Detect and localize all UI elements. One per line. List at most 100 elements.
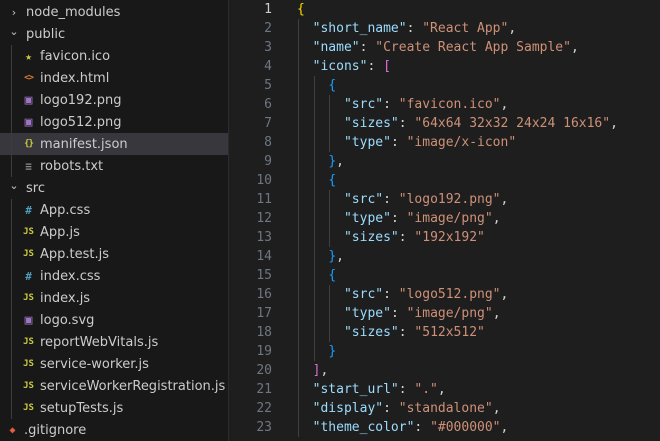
row-padding (16, 155, 22, 177)
indent-guide (0, 89, 16, 111)
code-line[interactable]: 23 "theme_color": "#000000", (229, 418, 660, 437)
token-punct: , (492, 401, 501, 416)
code-editor[interactable]: 1{2 "short_name": "React App", 3 "name": … (229, 0, 660, 441)
file-name: manifest.json (40, 136, 128, 152)
token-str: "image/x-icon" (406, 135, 517, 150)
chevron-down-icon[interactable]: ⌄ (6, 25, 22, 38)
row-padding (16, 397, 22, 419)
file-item[interactable]: # App.css (0, 199, 228, 221)
token-ws (297, 135, 344, 150)
code-line[interactable]: 13 "sizes": "192x192" (229, 228, 660, 247)
code-line[interactable]: 6 "src": "favicon.ico", (229, 95, 660, 114)
code-line[interactable]: 8 "type": "image/x-icon" (229, 133, 660, 152)
code-line[interactable]: 22 "display": "standalone", (229, 399, 660, 418)
file-item[interactable]: # index.css (0, 265, 228, 287)
code-line[interactable]: 5 { (229, 76, 660, 95)
line-number: 2 (264, 21, 272, 36)
code-line[interactable]: 11 "src": "logo192.png", (229, 190, 660, 209)
row-padding (16, 111, 22, 133)
code-line[interactable]: 3 "name": "Create React App Sample", (229, 38, 660, 57)
token-key: "sizes" (343, 230, 399, 245)
code-text: { (297, 0, 305, 19)
line-number: 18 (256, 325, 272, 340)
token-ws (297, 173, 328, 188)
token-br3: } (328, 344, 337, 359)
code-line[interactable]: 2 "short_name": "React App", (229, 19, 660, 38)
js-file-icon: JS (23, 249, 34, 259)
token-ws (297, 211, 344, 226)
code-line[interactable]: 15 { (229, 266, 660, 285)
file-explorer: › node_modules ⌄ public ★ favicon.ico <> index.… (0, 0, 229, 441)
folder-item[interactable]: ⌄ src (0, 177, 228, 199)
file-item[interactable]: JS App.js (0, 221, 228, 243)
file-item[interactable]: JS App.test.js (0, 243, 228, 265)
token-key: "src" (343, 192, 384, 207)
code-line[interactable]: 20 ], (229, 361, 660, 380)
code-line[interactable]: 19 } (229, 342, 660, 361)
file-item[interactable]: ◆ .gitignore (0, 419, 228, 441)
file-item[interactable]: <> index.html (0, 67, 228, 89)
line-number: 16 (256, 287, 272, 302)
file-item[interactable]: {} manifest.json (0, 133, 228, 155)
token-punct: , (320, 363, 329, 378)
file-item[interactable]: JS service-worker.js (0, 353, 228, 375)
token-punct: : (390, 211, 407, 226)
code-line[interactable]: 17 "type": "image/png", (229, 304, 660, 323)
token-ws (297, 325, 344, 340)
code-text: "name": "Create React App Sample", (297, 38, 579, 57)
file-item[interactable]: JS index.js (0, 287, 228, 309)
indent-guide (0, 397, 16, 419)
code-line[interactable]: 9 }, (229, 152, 660, 171)
code-line[interactable]: 4 "icons": [ (229, 57, 660, 76)
file-item[interactable]: JS reportWebVitals.js (0, 331, 228, 353)
token-ws (297, 116, 344, 131)
token-punct: , (437, 382, 446, 397)
line-number: 6 (264, 97, 272, 112)
line-number: 11 (256, 192, 272, 207)
file-name: serviceWorkerRegistration.js (40, 378, 226, 394)
file-item[interactable]: ▣ logo512.png (0, 111, 228, 133)
folder-item[interactable]: ⌄ public (0, 23, 228, 45)
token-punct: : (383, 401, 399, 416)
indent-guide (0, 375, 16, 397)
code-line[interactable]: 18 "sizes": "512x512" (229, 323, 660, 342)
token-punct: : (383, 97, 399, 112)
file-item[interactable]: ▣ logo.svg (0, 309, 228, 331)
indent-guide (0, 309, 16, 331)
file-name: logo.svg (40, 312, 95, 328)
code-text: "sizes": "64x64 32x32 24x24 16x16", (297, 114, 618, 133)
code-line[interactable]: 12 "type": "image/png", (229, 209, 660, 228)
token-ws (297, 21, 313, 36)
file-item[interactable]: ≡ robots.txt (0, 155, 228, 177)
folder-item[interactable]: › node_modules (0, 1, 228, 23)
token-ws (297, 230, 344, 245)
file-item[interactable]: JS setupTests.js (0, 397, 228, 419)
file-item[interactable]: JS serviceWorkerRegistration.js (0, 375, 228, 397)
token-ws (297, 344, 328, 359)
file-item[interactable]: ★ favicon.ico (0, 45, 228, 67)
code-line[interactable]: 10 { (229, 171, 660, 190)
code-line[interactable]: 1{ (229, 0, 660, 19)
file-name: logo192.png (40, 92, 122, 108)
indent-guide (0, 199, 16, 221)
file-name: index.js (40, 290, 91, 306)
token-ws (297, 420, 313, 435)
token-key: "src" (343, 97, 384, 112)
token-punct: : (390, 135, 407, 150)
token-br3: { (328, 173, 337, 188)
code-line[interactable]: 21 "start_url": ".", (229, 380, 660, 399)
row-padding (16, 243, 22, 265)
token-punct: , (336, 249, 344, 264)
token-ws (297, 382, 313, 397)
code-line[interactable]: 16 "src": "logo512.png", (229, 285, 660, 304)
chevron-right-icon[interactable]: › (6, 6, 22, 19)
token-key: "type" (343, 135, 391, 150)
chevron-down-icon[interactable]: ⌄ (6, 179, 22, 192)
row-padding (16, 89, 22, 111)
image-file-icon: ▣ (24, 92, 33, 108)
code-line[interactable]: 14 }, (229, 247, 660, 266)
indent-guide (0, 331, 16, 353)
file-item[interactable]: ▣ logo192.png (0, 89, 228, 111)
token-ws (297, 192, 344, 207)
code-line[interactable]: 7 "sizes": "64x64 32x32 24x24 16x16", (229, 114, 660, 133)
